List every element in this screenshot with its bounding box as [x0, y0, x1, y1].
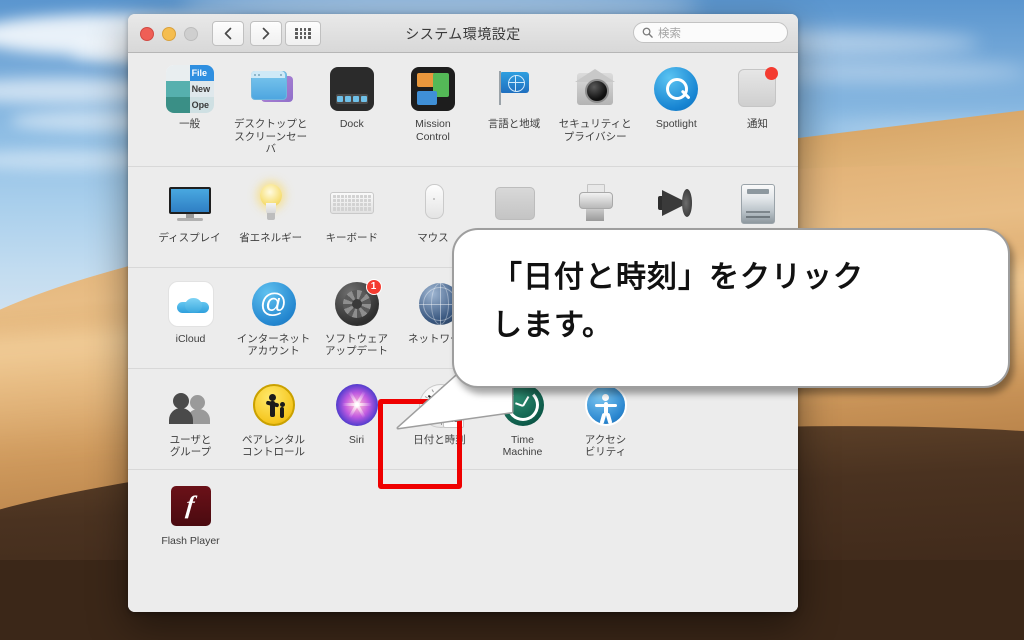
pref-pane-parental-controls[interactable]: ペアレンタル コントロール — [232, 381, 315, 459]
pref-pane-users-groups[interactable]: ユーザと グループ — [149, 381, 232, 459]
spotlight-icon — [652, 65, 700, 113]
pref-pane-displays[interactable]: ディスプレイ — [149, 179, 230, 257]
parental-controls-icon — [250, 381, 298, 429]
desktop-screensaver-icon — [247, 65, 295, 113]
pref-pane-general[interactable]: File New Ope 一般 — [149, 65, 230, 156]
users-groups-icon — [167, 381, 215, 429]
energy-saver-icon — [247, 179, 295, 227]
displays-icon — [166, 179, 214, 227]
siri-icon — [333, 381, 381, 429]
pane-label: iCloud — [175, 332, 206, 345]
pane-label: Flash Player — [161, 534, 220, 547]
search-field[interactable]: 検索 — [633, 22, 788, 43]
pref-pane-internet-accounts[interactable]: @ インターネット アカウント — [232, 280, 315, 358]
pref-pane-notifications[interactable]: 通知 — [717, 65, 798, 156]
pane-label: Dock — [339, 118, 364, 130]
pane-label: インターネット アカウント — [236, 332, 311, 358]
callout-text: 「日付と時刻」をクリック します。 — [492, 261, 864, 342]
startup-disk-icon — [733, 179, 781, 227]
pane-label: ソフトウェア アップデート — [325, 332, 388, 358]
pane-label: 日付と時刻 — [413, 433, 466, 446]
instruction-callout: 「日付と時刻」をクリック します。 — [396, 228, 1010, 430]
trackpad-icon — [490, 179, 538, 227]
software-update-icon: 1 — [333, 278, 382, 328]
notifications-icon — [733, 65, 781, 113]
pane-label: Mission Control — [415, 118, 451, 143]
pref-pane-desktop-screensaver[interactable]: デスクトップと スクリーンセーバ — [230, 65, 311, 156]
pref-pane-siri[interactable]: Siri — [315, 381, 398, 459]
callout-balloon: 「日付と時刻」をクリック します。 — [452, 228, 1010, 388]
language-region-icon — [490, 65, 538, 113]
pane-label: セキュリティと プライバシー — [558, 118, 632, 143]
pane-label: Spotlight — [655, 118, 697, 130]
internet-accounts-icon: @ — [250, 280, 298, 328]
search-placeholder: 検索 — [658, 27, 681, 40]
keyboard-icon — [328, 179, 376, 227]
mission-control-icon — [409, 65, 457, 113]
pane-label: デスクトップと スクリーンセーバ — [233, 118, 308, 155]
pref-pane-energy-saver[interactable]: 省エネルギー — [230, 179, 311, 257]
pane-label: Siri — [348, 433, 365, 446]
pane-label: 一般 — [179, 118, 201, 130]
pref-pane-accessibility[interactable]: アクセシ ビリティ — [564, 381, 647, 459]
pane-label: 省エネルギー — [239, 231, 303, 244]
security-privacy-icon — [571, 65, 619, 113]
pane-row: f Flash Player — [128, 468, 798, 558]
window-titlebar: システム環境設定 検索 — [128, 14, 798, 53]
pane-label: キーボード — [325, 231, 379, 244]
pref-pane-mission-control[interactable]: Mission Control — [392, 65, 473, 156]
dock-icon — [328, 65, 376, 113]
pref-pane-security-privacy[interactable]: セキュリティと プライバシー — [555, 65, 636, 156]
notification-badge-dot — [765, 67, 779, 80]
pref-pane-flash-player[interactable]: f Flash Player — [149, 482, 232, 548]
pref-pane-language-region[interactable]: 言語と地域 — [474, 65, 555, 156]
flash-player-icon: f — [167, 482, 215, 530]
pane-label: 通知 — [746, 118, 768, 130]
pref-pane-software-update[interactable]: 1 ソフトウェア アップデート — [315, 278, 398, 358]
pane-label: アクセシ ビリティ — [584, 433, 627, 459]
update-count-badge: 1 — [365, 278, 382, 295]
general-icon: File New Ope — [165, 65, 214, 113]
pref-pane-spotlight[interactable]: Spotlight — [636, 65, 717, 156]
pane-label: ディスプレイ — [158, 231, 221, 244]
pane-label: ユーザと グループ — [169, 433, 212, 459]
search-icon — [642, 27, 653, 38]
pane-label: ペアレンタル コントロール — [242, 433, 305, 459]
pane-label: 言語と地域 — [487, 118, 541, 130]
pref-pane-dock[interactable]: Dock — [311, 65, 392, 156]
pane-row: File New Ope 一般 デスクトップと スクリーンセーバ Dock Mi… — [128, 53, 798, 166]
icloud-icon — [167, 280, 215, 328]
pane-label: Time Machine — [502, 433, 543, 459]
sound-icon — [652, 179, 700, 227]
pref-pane-icloud[interactable]: iCloud — [149, 280, 232, 358]
mouse-icon — [409, 179, 457, 227]
printers-scanners-icon — [571, 179, 619, 227]
pref-pane-keyboard[interactable]: キーボード — [311, 179, 392, 257]
